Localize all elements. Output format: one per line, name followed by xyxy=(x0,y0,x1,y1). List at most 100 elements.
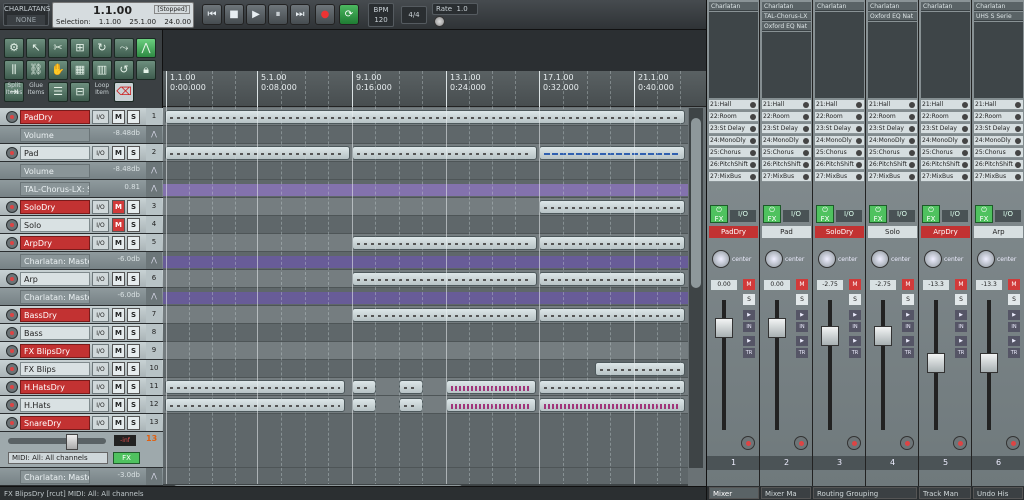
io-button[interactable]: I/O xyxy=(92,110,109,124)
snap-icon[interactable]: ⊞ xyxy=(70,38,90,58)
mute-button[interactable]: M xyxy=(1008,279,1020,290)
fx-list-empty[interactable] xyxy=(921,12,970,98)
record-arm-button[interactable] xyxy=(953,436,967,450)
fx-button[interactable]: ⏻ FX xyxy=(763,205,781,223)
record-arm-button[interactable] xyxy=(847,436,861,450)
send-slot[interactable]: 22:Room xyxy=(921,112,970,122)
fx-slot[interactable]: Charlatan xyxy=(709,2,758,11)
fx-list-empty[interactable] xyxy=(815,12,864,98)
fx-button[interactable]: ⏻ FX xyxy=(710,205,728,223)
record-arm-button[interactable] xyxy=(6,237,18,249)
vertical-scrollbar[interactable] xyxy=(689,108,703,468)
mute-button[interactable]: M xyxy=(743,279,755,290)
media-item[interactable] xyxy=(539,398,685,412)
eraser-icon[interactable]: ⌫ xyxy=(114,82,134,102)
io-button[interactable]: I/O xyxy=(995,210,1021,222)
record-arm-button[interactable] xyxy=(6,201,18,213)
record-arm-button[interactable] xyxy=(6,327,18,339)
scroll-thumb[interactable] xyxy=(691,118,701,288)
send-slot[interactable]: 22:Room xyxy=(974,112,1023,122)
media-item[interactable] xyxy=(165,398,345,412)
tab-undo-history[interactable]: Undo His xyxy=(973,487,1023,499)
pan-knob[interactable] xyxy=(871,250,889,268)
send-slot[interactable]: 24:MonoDly xyxy=(868,136,917,146)
volume-slider[interactable] xyxy=(8,434,106,450)
send-slot[interactable]: 23:St Delay xyxy=(815,124,864,134)
selection-end[interactable]: 25.1.00 xyxy=(129,18,156,26)
record-arm-button[interactable] xyxy=(6,147,18,159)
media-item[interactable] xyxy=(539,308,685,322)
solo-button[interactable]: S xyxy=(127,236,140,250)
time-display[interactable]: 1.1.00 [Stopped] Selection: 1.1.00 25.1.… xyxy=(52,2,194,28)
settings-icon[interactable]: ⚙ xyxy=(4,38,24,58)
volume-readout[interactable]: -13.3 xyxy=(976,280,1002,290)
lock-icon[interactable]: ⤳ xyxy=(114,38,134,58)
send-slot[interactable]: 27:MixBus xyxy=(709,172,758,182)
record-arm-button[interactable] xyxy=(6,345,18,357)
hand-icon[interactable]: ✋ xyxy=(48,60,68,80)
volume-fader[interactable] xyxy=(874,326,892,346)
track-name[interactable]: Bass xyxy=(20,326,90,340)
send-slot[interactable]: 26:PitchShift xyxy=(974,160,1023,170)
media-item[interactable] xyxy=(352,308,537,322)
envelope-icon[interactable]: ⋀ xyxy=(136,38,156,58)
strip-name[interactable]: Arp xyxy=(974,226,1023,238)
solo-button[interactable]: S xyxy=(955,294,967,305)
volume-fader[interactable] xyxy=(821,326,839,346)
fx-slot[interactable]: Oxford EQ Nat xyxy=(762,22,811,31)
mute-button[interactable]: M xyxy=(112,308,125,322)
io-button[interactable]: I/O xyxy=(92,380,109,394)
io-button[interactable]: I/O xyxy=(92,362,109,376)
stack-icon[interactable]: ☰ xyxy=(48,82,68,102)
solo-button[interactable]: S xyxy=(127,326,140,340)
solo-button[interactable]: S xyxy=(127,380,140,394)
solo-button[interactable]: S xyxy=(127,146,140,160)
fx-list-empty[interactable] xyxy=(868,22,917,98)
send-slot[interactable]: 26:PitchShift xyxy=(815,160,864,170)
monitor-button[interactable]: ▶ xyxy=(902,336,914,346)
pan-knob[interactable] xyxy=(818,250,836,268)
media-item[interactable] xyxy=(539,146,685,160)
io-button[interactable]: I/O xyxy=(92,326,109,340)
send-slot[interactable]: 25:Chorus xyxy=(762,148,811,158)
trim-button[interactable]: TR xyxy=(1008,348,1020,358)
strip-name[interactable]: Solo xyxy=(868,226,917,238)
phase-button[interactable]: ▶ xyxy=(796,310,808,320)
volume-readout[interactable]: -13.3 xyxy=(923,280,949,290)
track-row[interactable]: FX Blips I/O M S 10 xyxy=(0,360,163,378)
envelope-lane[interactable]: TAL-Chorus-LX: ST 0.81 ⋀ xyxy=(0,180,163,198)
mute-button[interactable]: M xyxy=(849,279,861,290)
track-name[interactable]: Solo xyxy=(20,218,90,232)
record-arm-button[interactable] xyxy=(6,381,18,393)
fx-slot[interactable]: Charlatan xyxy=(815,2,864,11)
volume-readout[interactable]: 0.00 xyxy=(764,280,790,290)
media-item[interactable] xyxy=(595,362,685,376)
ripple-icon[interactable]: ↻ xyxy=(92,38,112,58)
input-button[interactable]: IN xyxy=(955,322,967,332)
media-item[interactable] xyxy=(539,200,685,214)
track-name[interactable]: H.Hats xyxy=(20,398,90,412)
envelope-icon[interactable]: ⋀ xyxy=(146,252,162,269)
solo-button[interactable]: S xyxy=(127,362,140,376)
pan-knob[interactable] xyxy=(712,250,730,268)
solo-button[interactable]: S xyxy=(849,294,861,305)
fx-slot[interactable]: UHS S Serie xyxy=(974,12,1023,21)
phase-button[interactable]: ▶ xyxy=(849,310,861,320)
record-arm-button[interactable] xyxy=(6,309,18,321)
tab-routing-grouping[interactable]: Routing Grouping xyxy=(813,487,917,499)
monitor-button[interactable]: ▶ xyxy=(796,336,808,346)
insert-icon[interactable]: ⊟ xyxy=(70,82,90,102)
track-name[interactable]: PadDry xyxy=(20,110,90,124)
send-slot[interactable]: 27:MixBus xyxy=(921,172,970,182)
track-row[interactable]: Arp I/O M S 6 xyxy=(0,270,163,288)
input-button[interactable]: IN xyxy=(743,322,755,332)
trim-button[interactable]: TR xyxy=(743,348,755,358)
volume-fader[interactable] xyxy=(715,318,733,338)
media-item[interactable] xyxy=(446,380,536,394)
record-arm-button[interactable] xyxy=(6,111,18,123)
track-row[interactable]: FX BlipsDry I/O M S 9 xyxy=(0,342,163,360)
send-slot[interactable]: 22:Room xyxy=(868,112,917,122)
solo-button[interactable]: S xyxy=(127,218,140,232)
go-to-start-button[interactable]: ⏮ xyxy=(202,4,222,25)
track-name[interactable]: BassDry xyxy=(20,308,90,322)
